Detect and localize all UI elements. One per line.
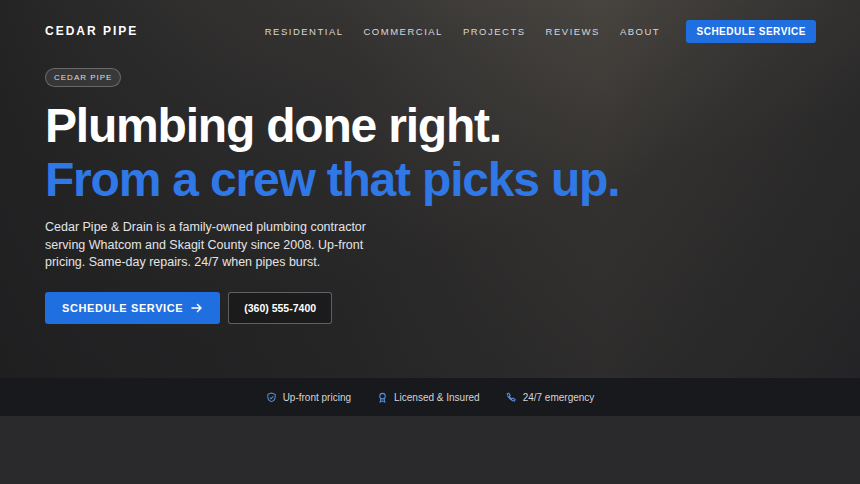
schedule-service-button[interactable]: SCHEDULE SERVICE xyxy=(686,20,816,43)
nav-link[interactable]: ABOUT xyxy=(620,26,660,37)
nav-links: RESIDENTIAL COMMERCIAL PROJECTS REVIEWS ABOU… xyxy=(265,26,660,37)
phone-button[interactable]: (360) 555-7400 xyxy=(228,292,332,324)
hero-badge: CEDAR PIPE xyxy=(45,68,121,87)
shield-icon xyxy=(266,392,277,403)
nav-link[interactable]: PROJECTS xyxy=(463,26,526,37)
phone-icon xyxy=(506,392,517,403)
hero-description: Cedar Pipe & Drain is a family-owned plu… xyxy=(45,219,405,272)
hero: CEDAR PIPERESIDENTIALCOMMERCIALPROJECTSR… xyxy=(0,0,860,378)
page: CEDAR PIPERESIDENTIALCOMMERCIALPROJECTSR… xyxy=(0,0,860,484)
nav-link[interactable]: REVIEWS xyxy=(546,26,600,37)
nav-link[interactable]: RESIDENTIAL xyxy=(265,26,344,37)
headline-primary: Plumbing done right. xyxy=(45,99,815,153)
hero-headline: Plumbing done right.From a crew that pic… xyxy=(45,99,815,207)
schedule-service-primary-button[interactable]: SCHEDULE SERVICE xyxy=(45,292,220,324)
trust-bar: Up-front pricing Licensed & Insured 24/7 e… xyxy=(0,378,860,416)
next-section xyxy=(0,416,860,484)
headline-accent: From a crew that picks up. xyxy=(45,153,815,207)
hero-content: CEDAR PIPE Plumbing done right.From a cre… xyxy=(0,49,860,324)
award-icon xyxy=(377,392,388,403)
nav-bar: CEDAR PIPERESIDENTIALCOMMERCIALPROJECTSR… xyxy=(0,0,860,49)
trust-item: 24/7 emergency xyxy=(506,392,595,403)
hero-actions: SCHEDULE SERVICE(360) 555-7400 xyxy=(45,292,815,324)
nav-link[interactable]: COMMERCIAL xyxy=(364,26,443,37)
logo[interactable]: CEDAR PIPE xyxy=(45,24,138,38)
arrow-right-icon xyxy=(191,302,203,314)
trust-item: Up-front pricing xyxy=(266,392,351,403)
trust-item: Licensed & Insured xyxy=(377,392,480,403)
